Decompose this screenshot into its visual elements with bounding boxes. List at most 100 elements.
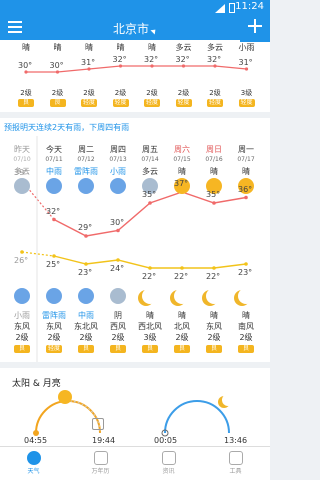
day-date: 07/16: [205, 156, 223, 163]
city-title[interactable]: 北京市: [0, 20, 270, 37]
high-temp-point: [52, 217, 56, 222]
hourly-condition: 晴: [85, 43, 93, 52]
rain-icon: [110, 178, 126, 194]
wind-level: 2级: [207, 333, 221, 342]
wind-direction: 西风: [110, 322, 126, 331]
day-date: 07/14: [141, 156, 159, 163]
sun-moon-card: 太阳 & 月亮 04:55 19:44 00:05 13:46: [0, 368, 270, 446]
moonrise-time: 00:05: [154, 436, 178, 445]
night-condition: 阴: [114, 311, 122, 320]
sunrise-time: 04:55: [24, 436, 48, 445]
status-time: 11:24: [235, 1, 264, 12]
low-temp-label: 23°: [238, 268, 253, 277]
tab-news[interactable]: 资讯: [135, 447, 202, 480]
hourly-scroll-indicator: [240, 40, 270, 42]
hourly-wind: 2级: [177, 89, 190, 97]
tab-tools[interactable]: 工具: [202, 447, 269, 480]
day-name: 昨天: [14, 145, 30, 154]
hourly-wind: 2级: [146, 89, 158, 97]
hourly-temp-label: 32°: [207, 55, 222, 64]
sun-arc: [35, 400, 101, 434]
day-date: 07/17: [237, 156, 255, 163]
hourly-aqi-badge: 轻度: [144, 99, 160, 107]
rain-icon: [78, 178, 94, 194]
day-date: 07/13: [109, 156, 127, 163]
hourly-temp-point: [118, 64, 123, 68]
hourly-temp-point: [24, 70, 28, 74]
day-name: 周一: [238, 145, 254, 154]
wind-direction: 东北风: [74, 322, 98, 331]
wind-level: 2级: [239, 333, 253, 342]
daily-forecast-card: 预报明天连续2天有雨，下周四有雨 昨天 07/10 多云 39° 26° 小雨 东风 2级良今…: [0, 118, 270, 362]
hourly-wind: 2级: [114, 89, 127, 97]
hourly-temp-line: [24, 64, 249, 74]
day-date: 07/15: [173, 156, 191, 163]
night-condition: 中雨: [78, 311, 94, 320]
rain-icon: [14, 288, 30, 304]
moon-position-icon: [222, 394, 234, 406]
hourly-temp-label: 32°: [144, 55, 159, 64]
night-condition: 晴: [210, 311, 218, 320]
low-temp-label: 24°: [110, 264, 125, 273]
day-condition: 小雨: [110, 167, 126, 176]
high-temp-label: 35°: [142, 190, 157, 199]
high-temp-point: [212, 201, 216, 205]
sunset-time: 19:44: [92, 436, 116, 445]
hourly-forecast-card: 晴 30° 2级良 晴 30° 2级良 晴 31° 2级 轻度 晴 32° 2级 轻度 晴 32° 2级 轻度 多云…: [0, 40, 270, 112]
low-temp-label: 25°: [46, 260, 61, 269]
sun-moon-arcs: [33, 400, 230, 437]
high-temp-label: 36°: [238, 184, 253, 194]
wind-level: 2级: [47, 333, 61, 342]
low-temp-point: [244, 262, 248, 266]
status-bar: 11:24: [0, 0, 270, 16]
aqi-badge: 良: [110, 345, 126, 353]
high-temp-label: 32°: [46, 206, 61, 216]
signal-icon: [215, 4, 225, 13]
night-condition: 晴: [146, 311, 154, 320]
battery-icon: [229, 3, 235, 13]
hourly-condition: 多云: [175, 43, 192, 52]
news-tab-icon: [161, 451, 176, 465]
hourly-condition: 晴: [148, 43, 156, 52]
day-condition: 晴: [242, 167, 250, 176]
tab-weather[interactable]: 天气: [0, 447, 67, 480]
hourly-temp-label: 30°: [18, 61, 33, 70]
low-temp-point: [212, 266, 216, 270]
low-temp-point: [148, 266, 152, 270]
aqi-badge: 良: [14, 345, 30, 353]
day-name: 周二: [78, 145, 94, 154]
day-condition: 多云: [142, 167, 158, 176]
wind-level: 2级: [79, 333, 93, 342]
wind-level: 2级: [15, 333, 29, 342]
aqi-badge: 轻度: [46, 345, 62, 353]
hourly-aqi-badge: 轻度: [207, 99, 223, 107]
day-name: 周四: [110, 145, 126, 154]
low-temp-point: [84, 262, 88, 266]
day-date: 07/10: [13, 156, 31, 163]
hourly-temp-point: [87, 67, 91, 71]
hourly-wind: 3级: [240, 89, 253, 97]
hourly-condition: 晴: [53, 43, 62, 52]
hourly-condition: 晴: [116, 43, 125, 52]
night-condition: 晴: [178, 311, 186, 320]
add-city-icon[interactable]: [248, 19, 262, 33]
tools-tab-icon: [228, 451, 243, 465]
tab-calendar[interactable]: 万年历: [67, 447, 134, 480]
aqi-badge: 良: [78, 345, 94, 353]
hourly-temp-label: 30°: [49, 61, 64, 70]
rain-icon: [46, 288, 62, 304]
city-name: 北京市: [112, 22, 149, 36]
hourly-temp-label: 31°: [238, 58, 253, 67]
wind-direction: 北风: [174, 322, 190, 331]
high-temp-point: [84, 234, 88, 238]
day-condition: 晴: [178, 167, 186, 176]
moon-icon: [238, 288, 254, 304]
hourly-aqi-badge: 轻度: [112, 99, 129, 107]
day-condition: 雷阵雨: [74, 167, 98, 176]
hourly-wind: 2级: [209, 89, 221, 97]
hourly-temp-point: [213, 64, 217, 68]
hourly-wind: 2级: [20, 89, 32, 97]
aqi-badge: 良: [174, 345, 190, 353]
high-temp-point: [116, 228, 120, 233]
aqi-badge: 良: [206, 345, 222, 353]
